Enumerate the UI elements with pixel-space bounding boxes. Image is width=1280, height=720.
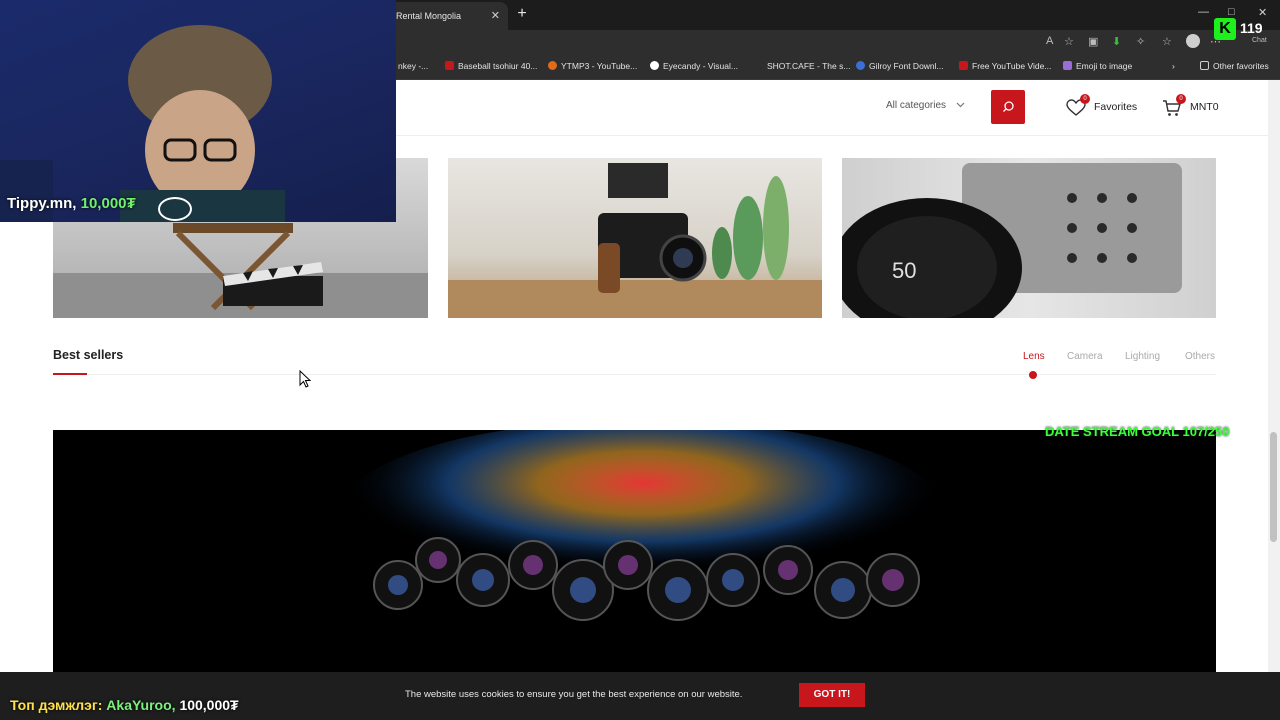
folder-icon [1200,61,1209,70]
maximize-icon[interactable]: □ [1228,6,1235,18]
read-aloud-icon[interactable]: A [1046,35,1053,47]
bookmark-item[interactable]: YTMP3 - YouTube... [548,61,637,71]
scrollbar-thumb[interactable] [1270,432,1277,542]
bookmark-item[interactable]: Gilroy Font Downl... [856,61,944,71]
tab-lighting[interactable]: Lighting [1125,351,1160,362]
tab-others[interactable]: Others [1185,351,1215,362]
bookmark-item[interactable]: SHOT.CAFE - The s... [767,61,850,71]
extension-icon[interactable]: ▣ [1088,35,1098,48]
bookmark-item[interactable]: Free YouTube Vide... [959,61,1051,71]
viewer-count: 119 [1240,20,1263,36]
favorites-icon[interactable]: ☆ [1162,35,1172,48]
latest-donation: Tippy.mn, 10,000₮ [7,195,136,212]
minimize-icon[interactable]: — [1198,6,1209,18]
close-tab-icon[interactable]: ✕ [491,2,500,30]
top-donation-label: Топ дэмжлэг: [10,697,103,713]
tab-title: Rental Mongolia [396,11,462,21]
cookie-text: The website uses cookies to ensure you g… [405,689,743,700]
bookmark-item[interactable]: Eyecandy - Visual... [650,61,738,71]
screen: Rental Mongolia ✕ + — □ ✕ A ☆ ▣ ⬇ ✧ ☆ ⋯ … [0,0,1280,720]
search-button[interactable] [991,90,1025,124]
page-scrollbar[interactable] [1268,80,1280,720]
new-tab-button[interactable]: + [512,4,532,24]
window-close-icon[interactable]: ✕ [1258,6,1267,19]
bookmark-favicon-icon [548,61,557,70]
webcam-overlay [0,0,396,222]
donor-name: Tippy.mn, [7,195,77,212]
bookmarks-overflow-icon[interactable]: › [1172,61,1175,71]
mouse-cursor-icon [299,370,311,388]
puzzle-icon[interactable]: ✧ [1136,35,1145,48]
star-icon[interactable]: ☆ [1064,35,1074,48]
donation-amount: 10,000₮ [80,195,136,212]
active-tab-indicator [1029,371,1037,379]
favorites-link[interactable]: 0 Favorites [1066,94,1166,118]
bookmark-item[interactable]: nkey -... [398,61,428,71]
top-donor-name: AkaYuroo, [106,697,176,713]
accept-cookies-button[interactable]: GOT IT! [799,683,865,707]
kick-logo-icon: K [1214,18,1236,40]
top-donation: Топ дэмжлэг: AkaYuroo, 100,000₮ [10,697,239,713]
bookmark-favicon-icon [959,61,968,70]
bookmark-favicon-icon [856,61,865,70]
lens-lineup-photo [343,430,943,621]
lens-focal-length: 50 [892,258,916,283]
bookmark-favicon-icon [445,61,454,70]
tab-camera[interactable]: Camera [1067,351,1103,362]
browser-tab[interactable]: Rental Mongolia ✕ [388,2,508,30]
bookmark-favicon-icon [650,61,659,70]
cart-link[interactable]: 0 MNT0 [1162,94,1222,118]
download-icon[interactable]: ⬇ [1112,35,1121,48]
search-icon [1003,101,1014,112]
chevron-down-icon[interactable] [956,100,965,109]
other-favorites[interactable]: Other favorites [1200,61,1269,71]
cart-count-badge: 0 [1176,94,1186,104]
best-sellers-title: Best sellers [53,348,124,362]
stream-goal: DATE STREAM GOAL 107/250 [1045,424,1230,439]
camera-cactus-photo [448,163,822,318]
bookmark-item[interactable]: Emoji to image [1063,61,1132,71]
streamer-webcam [120,25,285,222]
promo-banner-camera-cactus[interactable] [448,158,822,318]
bookmark-favicon-icon [1063,61,1072,70]
favorites-label: Favorites [1094,101,1138,113]
lens-hero-banner[interactable] [53,430,1216,675]
promo-banner-cinema-camera[interactable]: 50 [842,158,1216,318]
title-underline [53,373,87,375]
profile-avatar[interactable] [1186,34,1200,48]
top-donation-amount: 100,000₮ [179,697,239,713]
cart-total: MNT0 [1190,101,1219,113]
tab-lens[interactable]: Lens [1023,351,1045,362]
section-divider [53,374,1216,375]
cinema-camera-photo: 50 [842,163,1182,318]
donation-ring-icon [158,197,192,221]
favorites-count-badge: 0 [1080,94,1090,104]
category-select[interactable]: All categories [886,100,946,111]
webcam-overlay-extension [0,160,53,222]
bookmark-item[interactable]: Baseball tsohiur 40... [445,61,537,71]
chat-label[interactable]: Chat [1252,37,1267,44]
